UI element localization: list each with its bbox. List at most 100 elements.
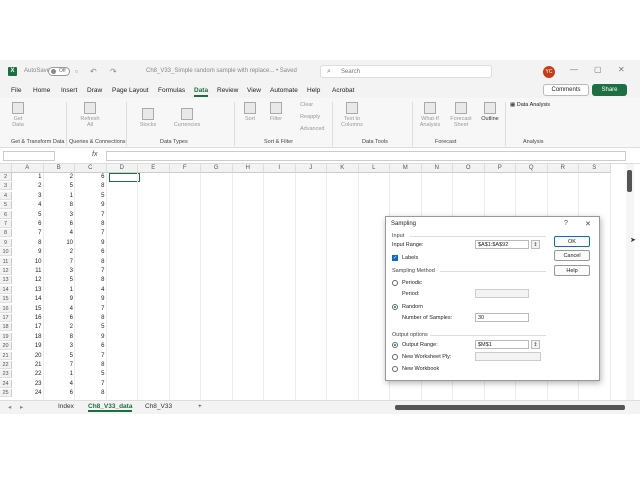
table-cell[interactable]: 9 bbox=[75, 333, 104, 341]
table-cell[interactable]: 1 bbox=[12, 173, 41, 181]
next-sheet-icon[interactable]: ▸ bbox=[20, 403, 23, 411]
table-cell[interactable]: 2 bbox=[12, 182, 41, 190]
table-cell[interactable]: 23 bbox=[12, 380, 42, 388]
column-header[interactable]: O bbox=[453, 164, 485, 173]
table-cell[interactable]: 16 bbox=[12, 314, 42, 322]
column-header[interactable]: Q bbox=[516, 164, 548, 173]
tab-insert[interactable]: Insert bbox=[61, 87, 77, 94]
table-cell[interactable]: 8 bbox=[12, 239, 41, 247]
row-header[interactable]: 5 bbox=[0, 201, 12, 210]
close-icon[interactable]: ✕ bbox=[618, 65, 625, 74]
table-cell[interactable]: 5 bbox=[75, 192, 104, 200]
table-cell[interactable]: 8 bbox=[44, 333, 73, 341]
table-cell[interactable]: 8 bbox=[75, 182, 104, 190]
table-cell[interactable]: 9 bbox=[44, 295, 73, 303]
horizontal-scrollbar[interactable] bbox=[395, 405, 625, 410]
table-cell[interactable]: 7 bbox=[75, 211, 104, 219]
row-header[interactable]: 15 bbox=[0, 295, 12, 304]
column-header[interactable]: A bbox=[12, 164, 44, 173]
table-cell[interactable]: 7 bbox=[44, 258, 73, 266]
maximize-icon[interactable]: ▢ bbox=[594, 65, 602, 74]
column-header[interactable]: K bbox=[327, 164, 359, 173]
undo-icon[interactable]: ↶ bbox=[90, 67, 97, 76]
row-header[interactable]: 2 bbox=[0, 173, 12, 181]
table-cell[interactable]: 7 bbox=[75, 229, 104, 237]
formula-input[interactable] bbox=[106, 151, 626, 161]
prev-sheet-icon[interactable]: ◂ bbox=[8, 403, 11, 411]
table-cell[interactable]: 10 bbox=[12, 258, 42, 266]
tab-page-layout[interactable]: Page Layout bbox=[112, 87, 149, 94]
fx-icon[interactable]: fx bbox=[92, 151, 97, 158]
num-samples-field[interactable]: 30 bbox=[475, 313, 529, 322]
table-cell[interactable]: 7 bbox=[12, 229, 41, 237]
row-header[interactable]: 24 bbox=[0, 379, 12, 388]
random-radio[interactable] bbox=[392, 304, 398, 310]
table-cell[interactable]: 3 bbox=[12, 192, 41, 200]
table-cell[interactable]: 5 bbox=[44, 182, 73, 190]
table-cell[interactable]: 7 bbox=[75, 380, 104, 388]
table-cell[interactable]: 10 bbox=[44, 239, 73, 247]
row-header[interactable]: 23 bbox=[0, 370, 12, 379]
selected-cell[interactable] bbox=[109, 173, 140, 182]
column-header[interactable]: H bbox=[232, 164, 264, 173]
row-header[interactable]: 6 bbox=[0, 210, 12, 219]
table-cell[interactable]: 4 bbox=[75, 286, 104, 294]
table-cell[interactable]: 22 bbox=[12, 370, 42, 378]
row-header[interactable]: 21 bbox=[0, 351, 12, 360]
help-icon[interactable]: ? bbox=[564, 220, 568, 227]
range-picker-icon[interactable]: ↥ bbox=[531, 340, 540, 349]
vertical-scrollbar[interactable] bbox=[626, 164, 634, 400]
row-header[interactable]: 19 bbox=[0, 332, 12, 341]
table-cell[interactable]: 8 bbox=[75, 389, 104, 397]
row-header[interactable]: 22 bbox=[0, 361, 12, 369]
table-cell[interactable]: 8 bbox=[75, 314, 104, 322]
table-cell[interactable]: 19 bbox=[12, 342, 42, 350]
row-header[interactable]: 4 bbox=[0, 191, 12, 200]
avatar[interactable]: YC bbox=[543, 66, 555, 78]
table-cell[interactable]: 8 bbox=[44, 201, 73, 209]
table-cell[interactable]: 2 bbox=[44, 248, 73, 256]
table-cell[interactable]: 6 bbox=[75, 342, 104, 350]
table-cell[interactable]: 15 bbox=[12, 305, 42, 313]
tab-index[interactable]: Index bbox=[58, 403, 74, 410]
reapply-button[interactable]: Reapply bbox=[300, 114, 320, 120]
column-header[interactable]: C bbox=[75, 164, 107, 173]
table-cell[interactable]: 14 bbox=[12, 295, 42, 303]
table-cell[interactable]: 9 bbox=[75, 201, 104, 209]
ok-button[interactable]: OK bbox=[554, 236, 590, 247]
select-all-corner[interactable] bbox=[0, 164, 12, 173]
outline-button[interactable]: Outline bbox=[478, 102, 502, 122]
column-header[interactable]: S bbox=[579, 164, 611, 173]
new-workbook-radio[interactable] bbox=[392, 366, 398, 372]
search-box[interactable]: ⌕ Search bbox=[320, 65, 492, 78]
close-icon[interactable]: ✕ bbox=[585, 220, 591, 228]
currencies-button[interactable]: Currencies bbox=[170, 108, 204, 128]
tab-view[interactable]: View bbox=[247, 87, 261, 94]
refresh-all-button[interactable]: Refresh All bbox=[78, 102, 102, 128]
row-header[interactable]: 3 bbox=[0, 182, 12, 191]
column-header[interactable]: P bbox=[484, 164, 516, 173]
sort-button[interactable]: Sort bbox=[240, 102, 260, 122]
table-cell[interactable]: 20 bbox=[12, 352, 42, 360]
table-cell[interactable]: 13 bbox=[12, 286, 42, 294]
table-cell[interactable]: 8 bbox=[75, 258, 104, 266]
table-cell[interactable]: 6 bbox=[75, 173, 104, 181]
table-cell[interactable]: 24 bbox=[12, 389, 42, 397]
table-cell[interactable]: 1 bbox=[44, 370, 73, 378]
table-cell[interactable]: 5 bbox=[44, 276, 73, 284]
table-cell[interactable]: 6 bbox=[44, 220, 73, 228]
column-header[interactable]: R bbox=[547, 164, 579, 173]
comments-button[interactable]: Comments bbox=[543, 84, 589, 96]
table-cell[interactable]: 6 bbox=[44, 314, 73, 322]
table-cell[interactable]: 7 bbox=[75, 305, 104, 313]
table-cell[interactable]: 5 bbox=[75, 323, 104, 331]
column-header[interactable]: N bbox=[421, 164, 453, 173]
stocks-button[interactable]: Stocks bbox=[134, 108, 162, 128]
table-cell[interactable]: 7 bbox=[75, 352, 104, 360]
table-cell[interactable]: 3 bbox=[44, 342, 73, 350]
column-header[interactable]: M bbox=[390, 164, 422, 173]
autosave-toggle[interactable]: Off bbox=[48, 67, 70, 76]
table-cell[interactable]: 6 bbox=[75, 248, 104, 256]
table-cell[interactable]: 6 bbox=[12, 220, 41, 228]
redo-icon[interactable]: ↷ bbox=[110, 67, 117, 76]
